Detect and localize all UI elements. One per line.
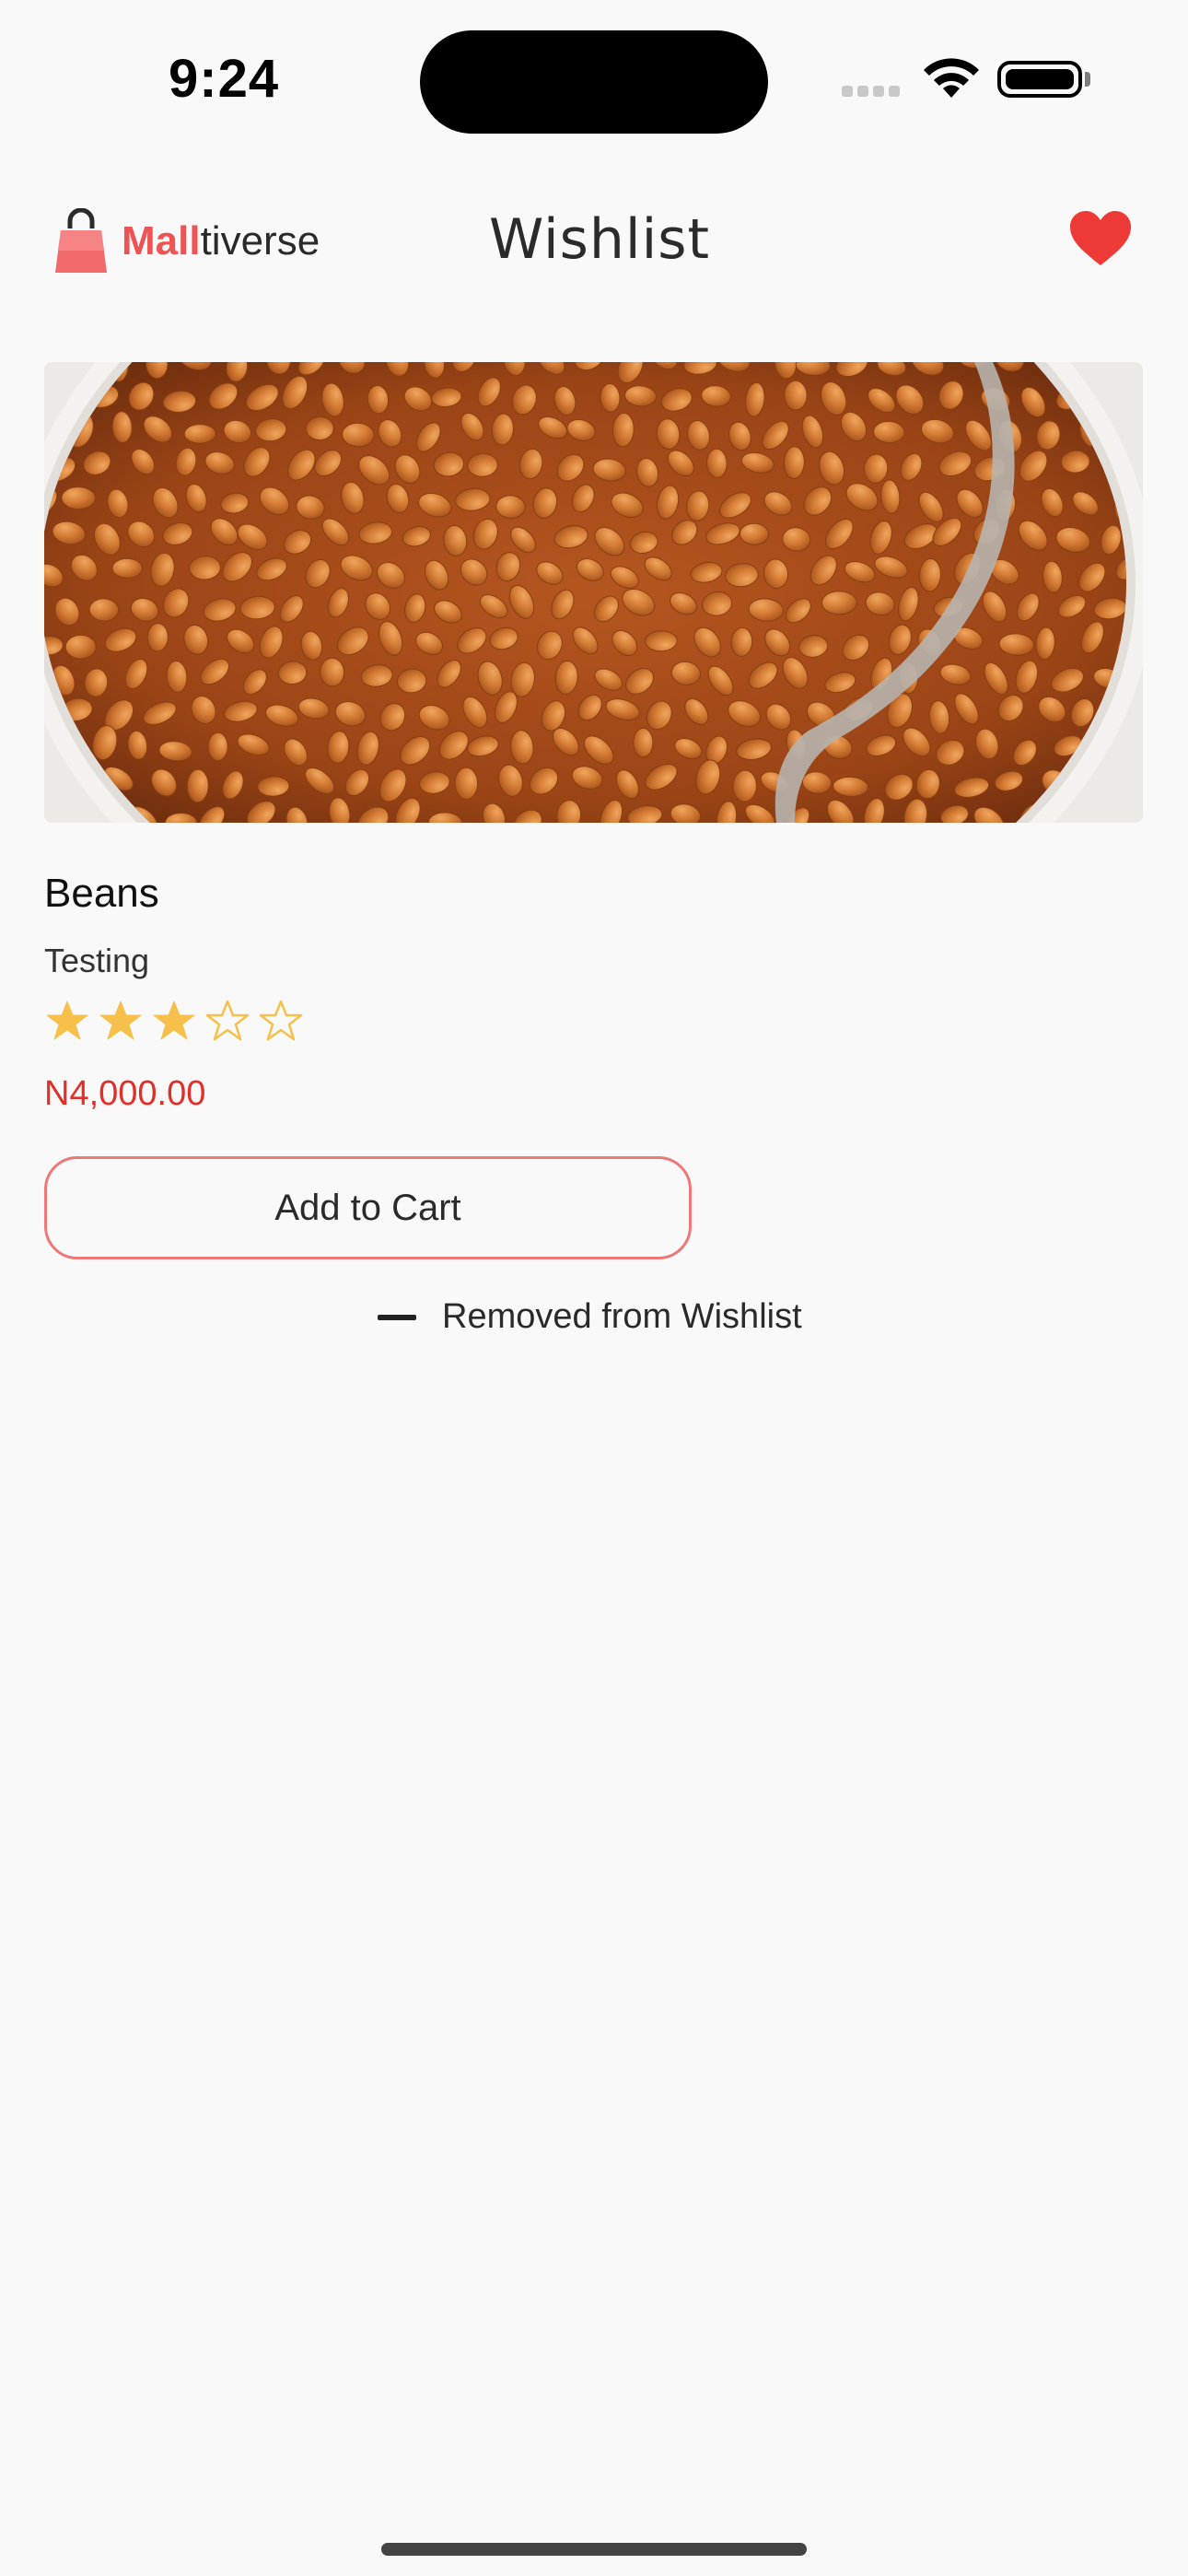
bean [61, 486, 96, 510]
cellular-signal-icon [842, 85, 904, 101]
bean [821, 591, 857, 615]
product-name: Beans [44, 871, 159, 916]
star-empty-icon [259, 1000, 303, 1041]
star-empty-icon [205, 1000, 250, 1041]
battery-icon [997, 61, 1082, 98]
bean [64, 634, 97, 660]
bean [454, 767, 479, 800]
bean [111, 557, 143, 579]
wishlist-toggle[interactable]: Removed from Wishlist [378, 1297, 802, 1337]
bean [784, 380, 808, 411]
bean [183, 424, 216, 444]
page-title: Wishlist [488, 207, 711, 272]
bean [186, 768, 209, 803]
home-indicator[interactable] [381, 2543, 807, 2556]
product-image[interactable] [44, 362, 1143, 823]
bean [633, 727, 654, 758]
bean [739, 522, 770, 545]
heart-icon [1070, 211, 1131, 265]
wifi-icon [921, 57, 982, 104]
star-filled-icon [46, 1001, 88, 1040]
bean [645, 630, 678, 652]
bean [207, 732, 228, 761]
add-to-cart-button[interactable]: Add to Cart [44, 1156, 692, 1259]
wishlist-heart-button[interactable] [1068, 210, 1133, 272]
product-description: Testing [44, 942, 150, 979]
wishlist-toggle-label: Removed from Wishlist [442, 1297, 802, 1336]
dynamic-island [420, 30, 768, 134]
product-price: N4,000.00 [44, 1074, 206, 1113]
star-filled-icon [99, 1001, 142, 1040]
bean [305, 416, 334, 441]
status-time: 9:24 [169, 49, 280, 109]
bean [705, 448, 728, 478]
battery-tip [1085, 72, 1090, 87]
minus-icon [378, 1314, 416, 1320]
rating-stars [44, 999, 311, 1043]
star-filled-icon [153, 1001, 195, 1040]
bean [146, 623, 169, 652]
